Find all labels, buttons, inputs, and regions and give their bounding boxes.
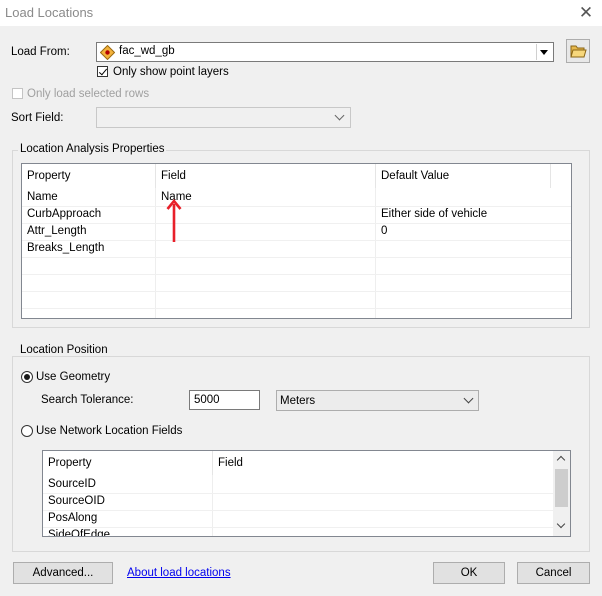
use-network-fields-radio[interactable] [21,425,33,437]
load-from-dropdown[interactable]: fac_wd_gb [96,42,554,62]
ok-button[interactable]: OK [433,562,505,584]
about-load-locations-link[interactable]: About load locations [127,567,231,579]
sort-field-dropdown[interactable] [96,107,351,128]
layer-point-icon [100,45,115,60]
table-row[interactable]: CurbApproach Either side of vehicle [22,206,571,224]
table-row[interactable]: Attr_Length 0 [22,223,571,241]
table-row [22,257,571,275]
table-row[interactable]: SourceOID [43,493,553,511]
units-dropdown[interactable]: Meters [276,390,479,411]
table-row[interactable]: SideOfEdge [43,527,553,537]
search-tolerance-label: Search Tolerance: [41,394,134,406]
only-selected-rows-label: Only load selected rows [27,88,150,100]
scroll-up-icon[interactable] [556,455,566,465]
use-geometry-radio[interactable] [21,371,33,383]
cell-property: SideOfEdge [48,529,111,537]
cell-default[interactable]: Either side of vehicle [376,206,551,223]
table-row[interactable]: SourceID [43,476,553,494]
cell-field[interactable] [213,493,393,510]
units-value: Meters [280,395,316,407]
dropdown-arrow-icon [540,50,548,55]
cell-field[interactable] [156,206,376,223]
search-tolerance-input[interactable] [189,390,260,410]
table-row [22,274,571,292]
column-header-field[interactable]: Field [156,164,376,188]
cell-property: PosAlong [48,512,98,524]
column-header-default-value[interactable]: Default Value [376,164,551,188]
chevron-down-icon [463,393,474,404]
analysis-properties-grid[interactable]: Property Field Default Value Name Name C… [21,163,572,319]
open-folder-icon [570,45,587,58]
column-header-property[interactable]: Property [22,164,156,188]
cell-property: Breaks_Length [27,242,105,254]
cell-default[interactable]: 0 [376,223,551,240]
checkmark-icon [98,66,108,76]
scroll-down-icon[interactable] [556,519,566,529]
load-from-value: fac_wd_gb [119,45,175,57]
advanced-button[interactable]: Advanced... [13,562,113,584]
cell-default[interactable] [376,240,551,257]
scrollbar-thumb[interactable] [555,469,568,507]
radio-selected-dot [24,374,30,380]
vertical-scrollbar[interactable] [553,451,570,536]
cell-field[interactable] [156,223,376,240]
annotation-arrow-icon [166,198,182,242]
window-title: Load Locations [5,5,94,20]
cell-default[interactable] [376,189,551,206]
only-point-layers-checkbox[interactable] [97,66,108,77]
cell-field[interactable]: Name [156,189,376,206]
only-point-layers-label: Only show point layers [113,66,229,78]
table-row[interactable]: Name Name [22,189,571,207]
use-geometry-label: Use Geometry [36,371,111,383]
cell-field[interactable] [156,240,376,257]
load-from-label: Load From: [11,46,70,58]
browse-button[interactable] [566,39,590,63]
network-fields-grid[interactable]: Property Field SourceID SourceOID PosAlo… [42,450,571,537]
cell-field[interactable] [213,527,393,536]
table-row[interactable]: PosAlong [43,510,553,528]
cell-property: Attr_Length [27,225,87,237]
location-position-title: Location Position [18,344,110,356]
cell-property: SourceID [48,478,96,490]
analysis-properties-title: Location Analysis Properties [18,143,167,155]
table-row[interactable]: Breaks_Length [22,240,571,258]
close-button[interactable]: ✕ [575,2,597,24]
table-row [22,291,571,309]
cell-property: Name [27,191,58,203]
cell-property: SourceOID [48,495,105,507]
column-header-field[interactable]: Field [213,451,393,475]
chevron-down-icon [334,110,345,121]
only-selected-rows-checkbox[interactable] [12,88,23,99]
sort-field-label: Sort Field: [11,112,64,124]
cell-property: CurbApproach [27,208,102,220]
column-header-property[interactable]: Property [43,451,213,475]
use-network-fields-label: Use Network Location Fields [36,425,183,437]
close-icon: ✕ [578,3,594,22]
cancel-button[interactable]: Cancel [517,562,590,584]
load-from-dropdown-arrow[interactable] [536,44,552,60]
cell-field[interactable] [213,510,393,527]
cell-field[interactable] [213,476,393,493]
